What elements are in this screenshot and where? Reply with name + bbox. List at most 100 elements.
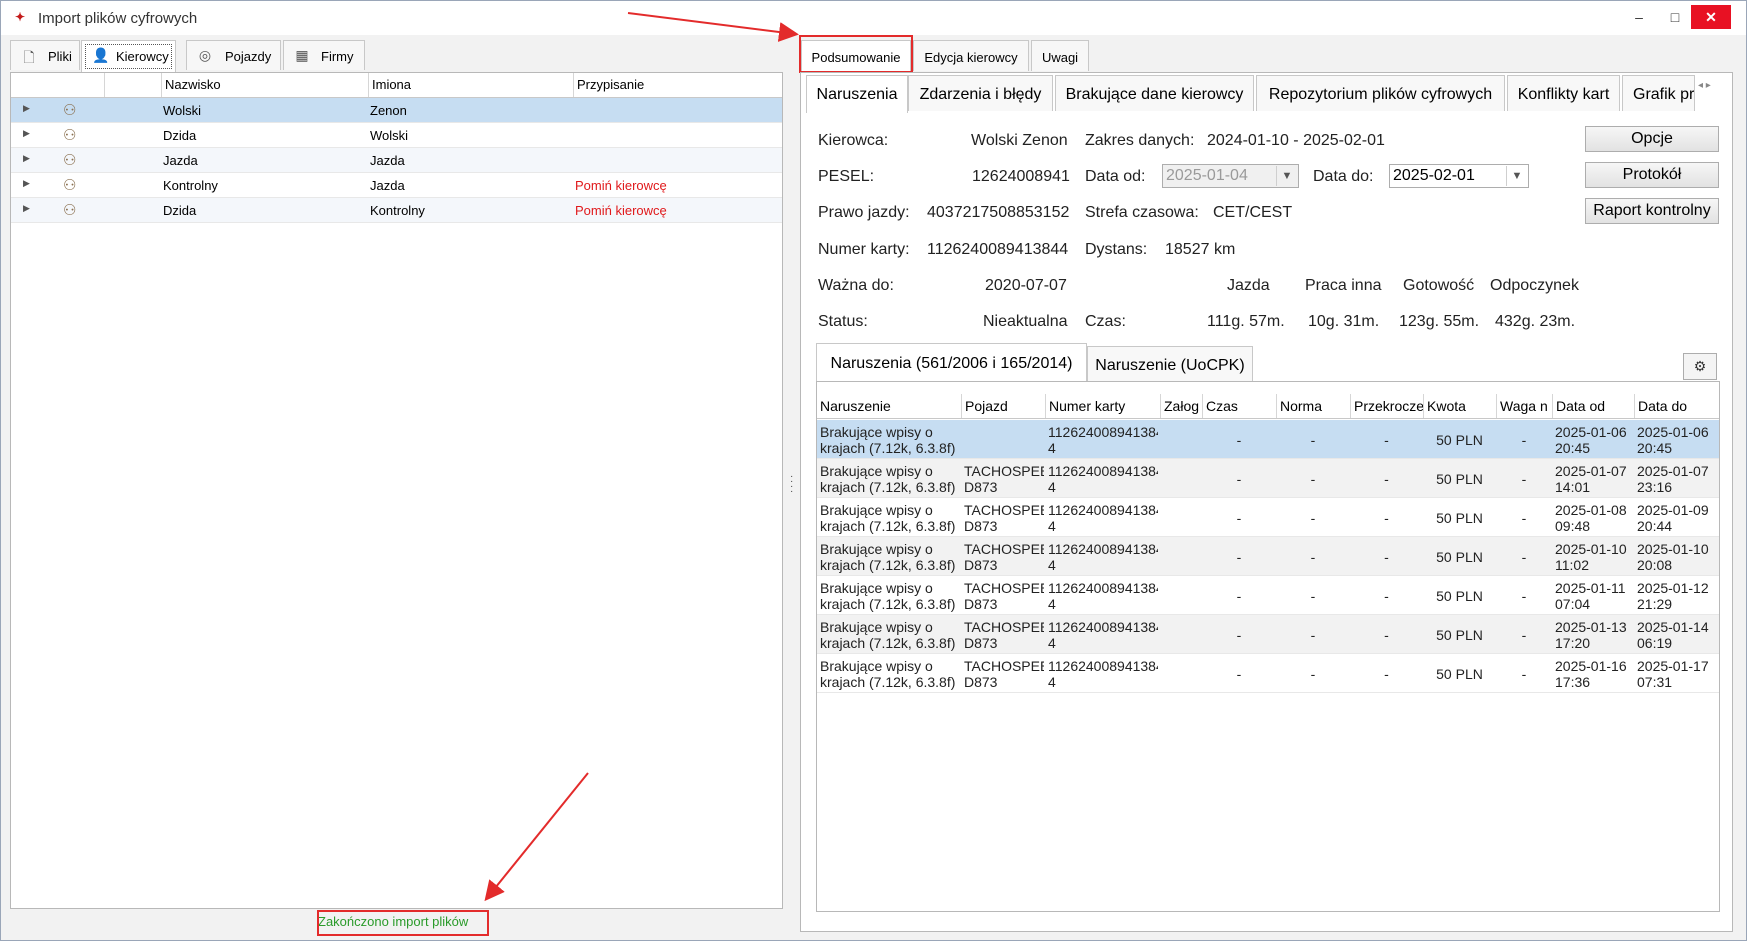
cell-waga-line: -	[1521, 588, 1527, 604]
tab-edycja-kierowcy[interactable]: Edycja kierowcy	[913, 40, 1029, 71]
cell-kwota-line: 50 PLN	[1436, 471, 1483, 487]
table-row[interactable]: ▶ ⚇ Wolski Zenon	[11, 98, 782, 123]
header-waga[interactable]: Waga n	[1496, 394, 1552, 418]
tab-pliki[interactable]: 🗋 Pliki	[10, 40, 80, 70]
cell-numer-karty-line: 4	[1048, 479, 1056, 495]
cell-data-do-line: 2025-01-17	[1637, 658, 1709, 674]
cell-data-do-line: 23:16	[1637, 479, 1673, 495]
expand-arrow-icon[interactable]: ▶	[23, 153, 30, 164]
protokol-button[interactable]: Protokół	[1585, 162, 1719, 188]
label-prawo-jazdy: Prawo jazdy:	[818, 204, 910, 221]
user-icon: 👤	[92, 47, 110, 63]
maximize-button[interactable]: □	[1657, 5, 1693, 29]
minimize-button[interactable]: ‒	[1621, 5, 1657, 29]
cell-czas: -	[1202, 510, 1276, 526]
header-zalog[interactable]: Załog	[1160, 394, 1202, 418]
header-naruszenie[interactable]: Naruszenie	[817, 394, 961, 418]
tab-naruszenia-561-label: Naruszenia (561/2006 i 165/2014)	[830, 355, 1073, 372]
tab-pojazdy[interactable]: ◎ Pojazdy	[186, 40, 281, 70]
cell-pojazd-line: TACHOSPEE	[964, 502, 1044, 518]
cell-waga: -	[1496, 666, 1552, 682]
violations-grid: Naruszenie Pojazd Numer karty Załog Czas…	[816, 381, 1720, 912]
table-row[interactable]: Brakujące wpisy o krajach (7.12k, 6.3.8f)…	[817, 615, 1719, 654]
app-logo-icon: ✦	[15, 10, 26, 24]
header-data-od[interactable]: Data od	[1552, 394, 1634, 418]
expand-arrow-icon[interactable]: ▶	[23, 103, 30, 114]
expand-arrow-icon[interactable]: ▶	[23, 178, 30, 189]
cell-kwota: 50 PLN	[1423, 432, 1496, 448]
header-data-do[interactable]: Data do	[1634, 394, 1719, 418]
tab-repozytorium[interactable]: Repozytorium plików cyfrowych	[1256, 75, 1505, 111]
header-przypisanie[interactable]: Przypisanie	[573, 73, 782, 97]
cell-nazwisko: Wolski	[163, 103, 202, 118]
tab-kierowcy[interactable]: 👤 Kierowcy	[81, 40, 176, 72]
table-row[interactable]: Brakujące wpisy o krajach (7.12k, 6.3.8f)…	[817, 576, 1719, 615]
cell-data-do-line: 2025-01-14	[1637, 619, 1709, 635]
cell-naruszenie-line: krajach (7.12k, 6.3.8f)	[820, 479, 956, 495]
raport-kontrolny-button[interactable]: Raport kontrolny	[1585, 198, 1719, 224]
table-row[interactable]: ▶ ⚇ Kontrolny Jazda Pomiń kierowcę	[11, 173, 782, 198]
cell-naruszenie-line: krajach (7.12k, 6.3.8f)	[820, 635, 956, 651]
cell-data-do-line: 06:19	[1637, 635, 1673, 651]
annotation-highlight-box	[799, 35, 913, 73]
cell-kwota-line: 50 PLN	[1436, 510, 1483, 526]
building-icon: ▦	[295, 47, 309, 63]
cell-imiona: Kontrolny	[370, 203, 425, 218]
cell-pojazd-line: TACHOSPEE	[964, 619, 1044, 635]
date-from-field[interactable]: 2025-01-04 ▼	[1162, 164, 1299, 188]
close-button[interactable]: ✕	[1691, 5, 1731, 29]
table-row[interactable]: ▶ ⚇ Dzida Wolski	[11, 123, 782, 148]
header-czas[interactable]: Czas	[1202, 394, 1276, 418]
header-kwota[interactable]: Kwota	[1423, 394, 1496, 418]
splitter-handle[interactable]: · · · ·	[790, 472, 793, 497]
cell-czas-line: -	[1236, 471, 1242, 487]
cell-data-do-line: 20:08	[1637, 557, 1673, 573]
dropdown-arrow-icon[interactable]: ▼	[1276, 166, 1297, 186]
cell-pojazd: TACHOSPEE D873	[964, 502, 1044, 534]
expand-arrow-icon[interactable]: ▶	[23, 128, 30, 139]
header-norma[interactable]: Norma	[1276, 394, 1350, 418]
table-row[interactable]: ▶ ⚇ Dzida Kontrolny Pomiń kierowcę	[11, 198, 782, 223]
header-pojazd[interactable]: Pojazd	[961, 394, 1045, 418]
cell-kwota: 50 PLN	[1423, 588, 1496, 604]
tab-scroll-arrows-icon[interactable]: ◂ ▸	[1698, 80, 1711, 91]
tab-naruszenia-561[interactable]: Naruszenia (561/2006 i 165/2014)	[816, 343, 1087, 381]
table-row[interactable]: Brakujące wpisy o krajach (7.12k, 6.3.8f)…	[817, 537, 1719, 576]
cell-norma-line: -	[1310, 627, 1316, 643]
cell-kwota: 50 PLN	[1423, 549, 1496, 565]
date-to-field[interactable]: 2025-02-01 ▼	[1389, 164, 1529, 188]
table-row[interactable]: Brakujące wpisy o krajach (7.12k, 6.3.8f)…	[817, 498, 1719, 537]
header-numer-karty[interactable]: Numer karty	[1045, 394, 1160, 418]
table-row[interactable]: Brakujące wpisy o krajach (7.12k, 6.3.8f)…	[817, 654, 1719, 693]
tab-firmy[interactable]: ▦ Firmy	[283, 40, 365, 70]
dropdown-arrow-icon[interactable]: ▼	[1506, 166, 1527, 186]
grid-settings-icon[interactable]: ⚙	[1683, 353, 1717, 380]
table-row[interactable]: ▶ ⚇ Jazda Jazda	[11, 148, 782, 173]
tab-konflikty-kart[interactable]: Konflikty kart	[1507, 75, 1620, 111]
cell-norma: -	[1276, 432, 1350, 448]
opcje-button[interactable]: Opcje	[1585, 126, 1719, 152]
header-przekroczenie[interactable]: Przekrocze	[1350, 394, 1423, 418]
tab-uwagi[interactable]: Uwagi	[1031, 40, 1089, 71]
cell-data-do: 2025-01-09 20:44	[1637, 502, 1717, 534]
drivers-grid-header: Nazwisko Imiona Przypisanie	[11, 73, 782, 98]
activity-header-gotowosc: Gotowość	[1403, 277, 1475, 294]
cell-nazwisko: Dzida	[163, 203, 197, 218]
label-numer-karty: Numer karty:	[818, 241, 910, 258]
tab-naruszenia[interactable]: Naruszenia	[806, 75, 908, 113]
file-icon: 🗋	[23, 49, 35, 65]
table-row[interactable]: Brakujące wpisy o krajach (7.12k, 6.3.8f)…	[817, 459, 1719, 498]
header-imiona[interactable]: Imiona	[368, 73, 573, 97]
expand-arrow-icon[interactable]: ▶	[23, 203, 30, 214]
header-nazwisko[interactable]: Nazwisko	[161, 73, 368, 97]
tab-naruszenie-uocpk[interactable]: Naruszenie (UoCPK)	[1087, 346, 1253, 381]
cell-waga: -	[1496, 432, 1552, 448]
cell-numer-karty-line: 4	[1048, 635, 1056, 651]
label-dystans: Dystans:	[1085, 241, 1148, 258]
tab-zdarzenia[interactable]: Zdarzenia i błędy	[908, 75, 1053, 111]
tab-grafik[interactable]: Grafik pr	[1622, 75, 1695, 111]
cell-norma-line: -	[1310, 666, 1316, 682]
user-lock-icon: ⚇	[63, 127, 77, 144]
tab-brakujace-dane[interactable]: Brakujące dane kierowcy	[1055, 75, 1254, 111]
table-row[interactable]: Brakujące wpisy o krajach (7.12k, 6.3.8f)…	[817, 420, 1719, 459]
